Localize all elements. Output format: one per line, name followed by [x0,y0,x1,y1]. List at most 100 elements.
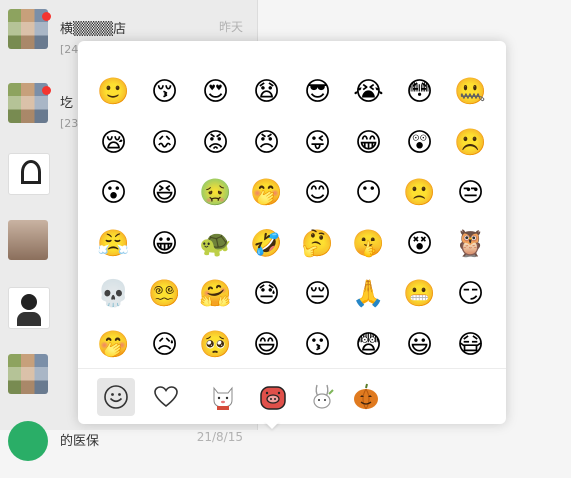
sticker-tab-bar [78,368,506,425]
emoji-masked-button[interactable]: 😷 [445,320,496,371]
emoji-tongue-button[interactable]: 😜 [292,118,343,169]
group-avatar [8,354,48,394]
emoji-giggle-button[interactable]: 🤭 [88,320,139,371]
emoji-awkward-icon: 😖 [150,127,179,158]
emoji-pouting-icon: 😤 [97,228,130,259]
emoji-heart-eyes-button[interactable]: 😍 [190,67,241,118]
emoji-disappointed-button[interactable]: 😥 [139,320,190,371]
emoji-sad-button[interactable]: 🙁 [394,168,445,219]
pumpkin-sticker-icon [354,383,378,410]
emoji-frown-button[interactable]: ☹️ [445,118,496,169]
chat-name: 的医保 [60,434,100,449]
emoji-silenced-button[interactable]: 🤐 [445,67,496,118]
emoji-bored-button[interactable]: 😒 [445,168,496,219]
emoji-row: 🙂 😚 😍 😧 😎 😭 😳 🤐 [88,67,496,118]
emoji-pray-icon: 🙏 [352,279,385,310]
emoji-dizzy-button[interactable]: 😵 [394,219,445,270]
emoji-rofl-icon: 🤣 [250,228,283,259]
photo-avatar [8,220,48,260]
emoji-beam-button[interactable]: 😄 [241,320,292,371]
chat-preview: [24 [60,43,79,56]
emoji-surprised-icon: 😧 [252,77,281,108]
emoji-awkward-button[interactable]: 😖 [139,118,190,169]
pumpkin-sticker-tab[interactable] [347,378,385,416]
emoji-sleepy-button[interactable]: 😪 [88,118,139,169]
emoji-smirk-button[interactable]: 😏 [445,269,496,320]
emoji-pouting-button[interactable]: 😤 [88,219,139,270]
emoji-angry-icon: 😡 [201,127,230,158]
emoji-cool-button[interactable]: 😎 [292,67,343,118]
emoji-laughing-button[interactable]: 😆 [139,168,190,219]
emoji-smiley-button[interactable]: 😃 [394,320,445,371]
emoji-rofl-button[interactable]: 🤣 [241,219,292,270]
emoji-kiss-icon: 😗 [303,329,332,360]
emoji-grimace-button[interactable]: 😬 [394,269,445,320]
emoji-angry-button[interactable]: 😡 [190,118,241,169]
smiley-icon [104,385,128,409]
emoji-happy-icon: 😊 [303,178,332,209]
emoji-row: 🤭 😥 🥺 😄 😗 😨 😃 😷 [88,320,496,371]
emoji-pleading-icon: 🥺 [199,329,232,360]
favorites-tab[interactable] [147,378,185,416]
emoji-row: 😤 😀 🐢 🤣 🤔 🤫 😵 🦉 [88,219,496,270]
emoji-blushing-button[interactable]: 😳 [394,67,445,118]
emoji-scared-button[interactable]: 😨 [343,320,394,371]
emoji-bored-icon: 😒 [456,178,485,209]
emoji-dizzy-icon: 😵 [405,228,434,259]
unread-badge [42,12,51,21]
pig-sticker-tab[interactable] [254,378,292,416]
emoji-disappointed-icon: 😥 [150,329,179,360]
emoji-owl-icon: 🦉 [454,228,487,259]
panel-pointer [264,421,280,429]
emoji-crying-button[interactable]: 😭 [343,67,394,118]
emoji-heart-eyes-icon: 😍 [201,77,230,108]
emoji-grid: 🙂 😚 😍 😧 😎 😭 😳 🤐 😪 😖 😡 😠 😜 😁 😲 ☹️ 😮 😆 🤢 🤭 😊 😶 🙁 😒 😤 😀 🐢 🤣 🤔 🤫 😵 🦉 💀 😵‍💫 🤗 😓 😔… [88,67,496,370]
emoji-row: 💀 😵‍💫 🤗 😓 😔 🙏 😬 😏 [88,269,496,320]
emoji-pensive-button[interactable]: 😔 [292,269,343,320]
emoji-scared-icon: 😨 [354,329,383,360]
emoji-grin-button[interactable]: 😁 [343,118,394,169]
emoji-beam-icon: 😄 [252,329,281,360]
emoji-pray-button[interactable]: 🙏 [343,269,394,320]
emoji-shh-button[interactable]: 🤫 [343,219,394,270]
emoji-tongue-icon: 😜 [303,127,332,158]
chat-time: 昨天 [218,20,243,34]
emoji-sweat-button[interactable]: 😓 [241,269,292,320]
cat-sticker-icon [213,386,233,410]
emoji-furious-icon: 😠 [252,127,281,158]
emoji-stunned-button[interactable]: 😮 [88,168,139,219]
emoji-pensive-icon: 😔 [303,279,332,310]
emoji-turtle-button[interactable]: 🐢 [190,219,241,270]
cat-sticker-tab[interactable] [204,378,242,416]
emoji-pleading-button[interactable]: 🥺 [190,320,241,371]
emoji-sleepy-icon: 😪 [99,127,128,158]
emoji-hug-button[interactable]: 🤗 [190,269,241,320]
emoji-picker-panel: 🙂 😚 😍 😧 😎 😭 😳 🤐 😪 😖 😡 😠 😜 😁 😲 ☹️ 😮 😆 🤢 🤭 😊 😶 🙁 😒 😤 😀 🐢 🤣 🤔 🤫 😵 🦉 💀 😵‍💫 🤗 😓 😔… [78,41,506,424]
emoji-shocked-button[interactable]: 😲 [394,118,445,169]
emoji-surprised-button[interactable]: 😧 [241,67,292,118]
emoji-covering-mouth-button[interactable]: 🤭 [241,168,292,219]
emoji-tab[interactable] [97,378,135,416]
emoji-big-grin-icon: 😀 [150,228,179,259]
emoji-shy-button[interactable]: 😚 [139,67,190,118]
emoji-furious-button[interactable]: 😠 [241,118,292,169]
emoji-big-grin-button[interactable]: 😀 [139,219,190,270]
emoji-happy-button[interactable]: 😊 [292,168,343,219]
rabbit-sticker-tab[interactable] [304,378,342,416]
emoji-hug-icon: 🤗 [199,279,232,310]
emoji-shh-icon: 🤫 [352,228,385,259]
emoji-skull-button[interactable]: 💀 [88,269,139,320]
emoji-sick-button[interactable]: 🤢 [190,168,241,219]
emoji-grin-icon: 😁 [354,127,383,158]
emoji-thinking-button[interactable]: 🤔 [292,219,343,270]
unread-badge [42,86,51,95]
pig-sticker-icon [260,386,286,410]
emoji-grimace-icon: 😬 [403,279,436,310]
emoji-speechless-button[interactable]: 😶 [343,168,394,219]
emoji-owl-button[interactable]: 🦉 [445,219,496,270]
emoji-blushing-icon: 😳 [405,77,434,108]
emoji-smile-button[interactable]: 🙂 [88,67,139,118]
emoji-sweat-icon: 😓 [252,279,281,310]
emoji-kiss-button[interactable]: 😗 [292,320,343,371]
emoji-dazed-button[interactable]: 😵‍💫 [139,269,190,320]
